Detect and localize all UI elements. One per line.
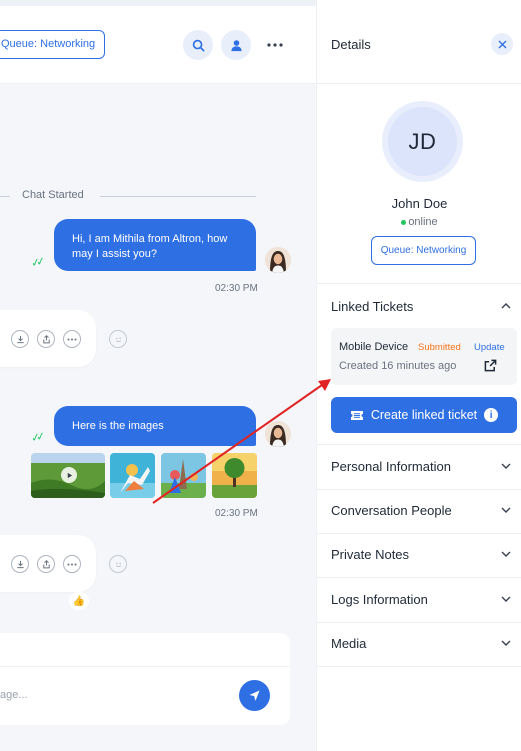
thumbs-up-reaction[interactable]: 👍 bbox=[69, 592, 89, 610]
details-panel: Details JD John Doe online Queue: Networ… bbox=[316, 0, 521, 751]
message-time: 02:30 PM bbox=[215, 508, 258, 519]
share-button[interactable] bbox=[37, 330, 55, 348]
image-attachment[interactable] bbox=[161, 453, 206, 498]
send-button[interactable] bbox=[239, 680, 270, 711]
linked-tickets-header[interactable]: Linked Tickets bbox=[317, 284, 521, 328]
queue-chip[interactable]: Queue: Networking bbox=[0, 30, 106, 59]
play-icon[interactable] bbox=[61, 467, 77, 483]
agent-message-bubble: Here is the images bbox=[54, 406, 256, 446]
accordion-logs-information[interactable]: Logs Information bbox=[317, 578, 521, 622]
smiley-icon bbox=[115, 337, 121, 342]
share-icon bbox=[42, 559, 50, 568]
ticket-card: Mobile Device Submitted Update Created 1… bbox=[331, 328, 517, 385]
message-time: 02:30 PM bbox=[215, 283, 258, 294]
more-options-button[interactable] bbox=[63, 555, 81, 573]
online-dot-icon bbox=[401, 219, 407, 225]
status-text: online bbox=[408, 216, 438, 228]
send-icon bbox=[249, 690, 260, 701]
read-receipt-icon: ✓✓ bbox=[29, 431, 43, 445]
external-link-icon bbox=[484, 359, 497, 372]
more-horizontal-icon bbox=[67, 563, 77, 565]
customer-message-actions bbox=[0, 535, 96, 592]
ticket-update-link[interactable]: Update bbox=[474, 342, 505, 353]
avatar: JD bbox=[382, 101, 463, 182]
accordion-media[interactable]: Media bbox=[317, 622, 521, 666]
download-icon bbox=[16, 335, 24, 343]
emoji-reaction-button[interactable] bbox=[109, 330, 127, 348]
image-attachment[interactable] bbox=[212, 453, 257, 498]
search-button[interactable] bbox=[183, 30, 213, 60]
close-icon bbox=[498, 40, 506, 48]
accordion-personal-information[interactable]: Personal Information bbox=[317, 445, 521, 489]
create-linked-ticket-button[interactable]: Create linked ticket i bbox=[331, 397, 517, 433]
customer-message-actions bbox=[0, 310, 96, 367]
search-icon bbox=[192, 39, 204, 51]
ticket-status-badge: Submitted bbox=[418, 342, 461, 353]
chevron-up-icon bbox=[499, 299, 513, 313]
user-icon bbox=[230, 39, 242, 51]
agent-avatar bbox=[265, 421, 291, 447]
agent-avatar bbox=[265, 247, 291, 273]
chevron-down-icon bbox=[499, 459, 513, 473]
chat-started-label: Chat Started bbox=[22, 189, 84, 201]
download-icon bbox=[16, 560, 24, 568]
share-button[interactable] bbox=[37, 555, 55, 573]
chevron-down-icon bbox=[499, 547, 513, 561]
message-input[interactable]: age... bbox=[0, 689, 28, 701]
ticket-created-time: Created 16 minutes ago bbox=[339, 360, 457, 372]
profile-name: John Doe bbox=[391, 196, 448, 211]
image-attachment[interactable] bbox=[110, 453, 155, 498]
open-ticket-button[interactable] bbox=[483, 358, 498, 373]
section-label: Logs Information bbox=[331, 592, 428, 607]
more-options-button[interactable] bbox=[63, 330, 81, 348]
accordion-conversation-people[interactable]: Conversation People bbox=[317, 489, 521, 533]
divider-line-right bbox=[100, 196, 256, 197]
divider bbox=[317, 666, 521, 667]
queue-chip[interactable]: Queue: Networking bbox=[371, 236, 476, 265]
avatar-initials: JD bbox=[388, 107, 457, 176]
message-composer: age... bbox=[0, 633, 290, 725]
message-text: Here is the images bbox=[72, 420, 164, 432]
more-horizontal-icon bbox=[67, 338, 77, 340]
download-button[interactable] bbox=[11, 555, 29, 573]
message-text: Hi, I am Mithila from Altron, how may I … bbox=[72, 233, 228, 260]
chat-panel: Queue: Networking Chat Started Hi, I am … bbox=[0, 0, 316, 751]
agent-message-bubble: Hi, I am Mithila from Altron, how may I … bbox=[54, 219, 256, 271]
close-button[interactable] bbox=[491, 33, 513, 55]
section-label: Media bbox=[331, 636, 367, 651]
chat-header: Queue: Networking bbox=[0, 6, 316, 84]
more-horizontal-icon bbox=[267, 43, 283, 47]
divider-line-left bbox=[0, 196, 10, 197]
chevron-down-icon bbox=[499, 503, 513, 517]
accordion-private-notes[interactable]: Private Notes bbox=[317, 533, 521, 577]
section-label: Linked Tickets bbox=[331, 299, 414, 314]
section-label: Personal Information bbox=[331, 459, 451, 474]
divider bbox=[317, 83, 521, 84]
section-label: Conversation People bbox=[331, 503, 452, 518]
chevron-down-icon bbox=[499, 636, 513, 650]
smiley-icon bbox=[115, 562, 121, 567]
emoji-reaction-button[interactable] bbox=[109, 555, 127, 573]
info-icon[interactable]: i bbox=[484, 408, 499, 422]
image-attachment-video[interactable] bbox=[31, 453, 105, 498]
more-button[interactable] bbox=[263, 30, 287, 60]
profile-status: online bbox=[317, 216, 521, 228]
create-linked-ticket-label: Create linked ticket bbox=[370, 408, 478, 422]
chevron-down-icon bbox=[499, 592, 513, 606]
share-icon bbox=[42, 334, 50, 343]
composer-divider bbox=[0, 666, 290, 667]
download-button[interactable] bbox=[11, 330, 29, 348]
read-receipt-icon: ✓✓ bbox=[29, 256, 43, 270]
ticket-icon bbox=[350, 410, 363, 420]
section-label: Private Notes bbox=[331, 547, 410, 562]
details-title: Details bbox=[331, 37, 371, 52]
user-button[interactable] bbox=[221, 30, 251, 60]
ticket-name: Mobile Device bbox=[339, 341, 409, 353]
